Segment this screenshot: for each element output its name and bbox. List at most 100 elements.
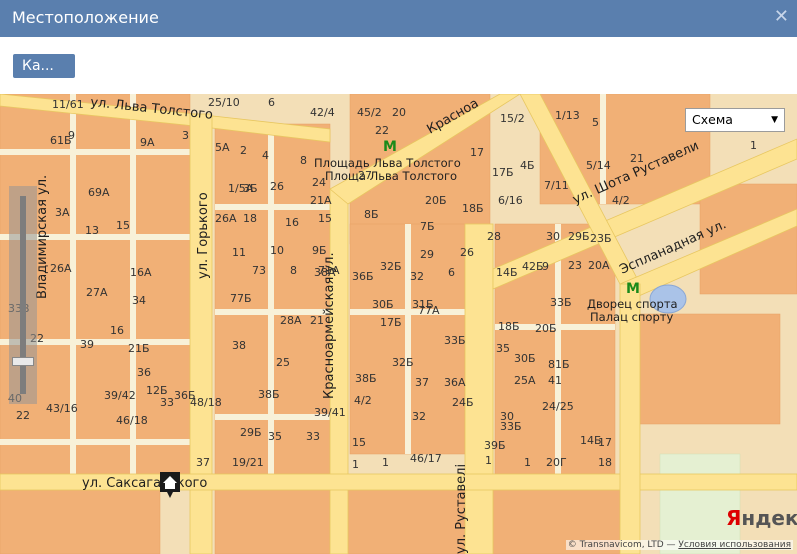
house-number: 29Б: [240, 426, 262, 439]
house-number: 33Б: [500, 420, 522, 433]
house-number: 25: [276, 356, 290, 369]
close-icon[interactable]: ✕: [774, 6, 789, 27]
house-number: 4/2: [612, 194, 630, 207]
house-number: 34: [132, 294, 146, 307]
house-number: 15: [352, 436, 366, 449]
house-number: 21: [310, 314, 324, 327]
house-number: 46/18: [116, 414, 148, 427]
dialog-title: Местоположение: [12, 8, 159, 27]
house-number: 32Б: [392, 356, 414, 369]
house-number: 8Б: [364, 208, 379, 221]
house-number: 26А: [50, 262, 72, 275]
house-number: 38Б: [258, 388, 280, 401]
house-number: 14Б: [496, 266, 518, 279]
house-number: 1: [352, 458, 359, 471]
house-number: 10: [270, 244, 284, 257]
house-number: 11/61: [52, 98, 84, 111]
house-number: 77Б: [230, 292, 252, 305]
house-number: 4: [262, 149, 269, 162]
house-number: 18Б: [462, 202, 484, 215]
map-canvas[interactable]: ул. Льва Толстого Красноармейская ул. ул…: [0, 94, 797, 554]
house-number: 9Б: [312, 244, 327, 257]
house-number: 2: [240, 144, 247, 157]
map-type-select[interactable]: Схема ▼: [685, 108, 785, 132]
house-number: 35: [268, 430, 282, 443]
house-number: 69А: [88, 186, 110, 199]
house-number: 33: [160, 396, 174, 409]
house-number: 17Б: [492, 166, 514, 179]
house-number: 7/11: [544, 179, 569, 192]
house-number: 39: [80, 338, 94, 351]
house-number: 1: [485, 454, 492, 467]
house-number: 29Б: [568, 230, 590, 243]
copyright-text: © Transnavicom, LTD —: [567, 540, 676, 550]
house-number: 36: [137, 366, 151, 379]
terms-link[interactable]: Условия использования: [678, 540, 791, 550]
house-number: 20Б: [535, 322, 557, 335]
house-number: 21Б: [128, 342, 150, 355]
house-number: 3: [182, 129, 189, 142]
house-number: 26А: [215, 212, 237, 225]
zoom-slider[interactable]: [9, 186, 37, 404]
house-number: 39/41: [314, 406, 346, 419]
house-number: 35: [496, 342, 510, 355]
house-number: 16: [285, 216, 299, 229]
house-number: 20Г: [546, 456, 567, 469]
house-number: 24/25: [542, 400, 574, 413]
house-number: 33: [306, 430, 320, 443]
house-marker-icon[interactable]: [160, 472, 180, 498]
house-number: 19/21: [232, 456, 264, 469]
house-number: 30Б: [514, 352, 536, 365]
house-number: 23: [568, 259, 582, 272]
house-number: 6: [268, 96, 275, 109]
street-label: ул. Саксаганского: [82, 476, 207, 491]
house-number: 81Б: [548, 358, 570, 371]
house-number: 5: [592, 116, 599, 129]
house-number: 30: [546, 230, 560, 243]
house-number: 23Б: [590, 232, 612, 245]
house-number: 17Б: [380, 316, 402, 329]
map-view[interactable]: ул. Льва Толстого Красноармейская ул. ул…: [0, 94, 797, 554]
house-number: 39/42: [104, 389, 136, 402]
house-number: 18: [243, 212, 257, 225]
house-number: 26: [460, 246, 474, 259]
house-number: 33Б: [550, 296, 572, 309]
house-number: 1: [750, 139, 757, 152]
house-number: 17: [470, 146, 484, 159]
zoom-handle[interactable]: [12, 357, 34, 366]
house-number: 7Б: [420, 220, 435, 233]
place-label: Площа Льва Толстого: [325, 169, 457, 183]
house-number: 16: [110, 324, 124, 337]
house-number: 42Б: [522, 260, 544, 273]
metro-icon: M: [383, 139, 397, 155]
place-label: Палац спорту: [590, 310, 673, 324]
house-number: 42/4: [310, 106, 335, 119]
house-number: 5А: [215, 141, 230, 154]
house-number: 13: [85, 224, 99, 237]
house-number: 18Б: [498, 320, 520, 333]
house-number: 18: [598, 456, 612, 469]
house-number: 28: [487, 230, 501, 243]
house-number: 25А: [514, 374, 536, 387]
house-number: 6/16: [498, 194, 523, 207]
toolbar-button[interactable]: Ка...: [13, 54, 75, 78]
house-number: 22: [375, 124, 389, 137]
house-number: 3Б: [243, 182, 258, 195]
house-number: 24Б: [452, 396, 474, 409]
house-number: 43/16: [46, 402, 78, 415]
house-number: 21: [630, 152, 644, 165]
house-number: 15/2: [500, 112, 525, 125]
house-number: 1/13: [555, 109, 580, 122]
house-number: 77А: [418, 304, 440, 317]
house-number: 37: [415, 376, 429, 389]
map-type-label: Схема: [692, 112, 733, 127]
house-number: 45/2: [357, 106, 382, 119]
house-number: 9: [68, 129, 75, 142]
house-number: 37: [196, 456, 210, 469]
house-number: 9А: [140, 136, 155, 149]
house-number: 16А: [130, 266, 152, 279]
house-number: 21А: [310, 194, 332, 207]
dropdown-arrow-icon: ▼: [771, 115, 778, 125]
house-number: 39Б: [484, 439, 506, 452]
house-number: 33Б: [444, 334, 466, 347]
